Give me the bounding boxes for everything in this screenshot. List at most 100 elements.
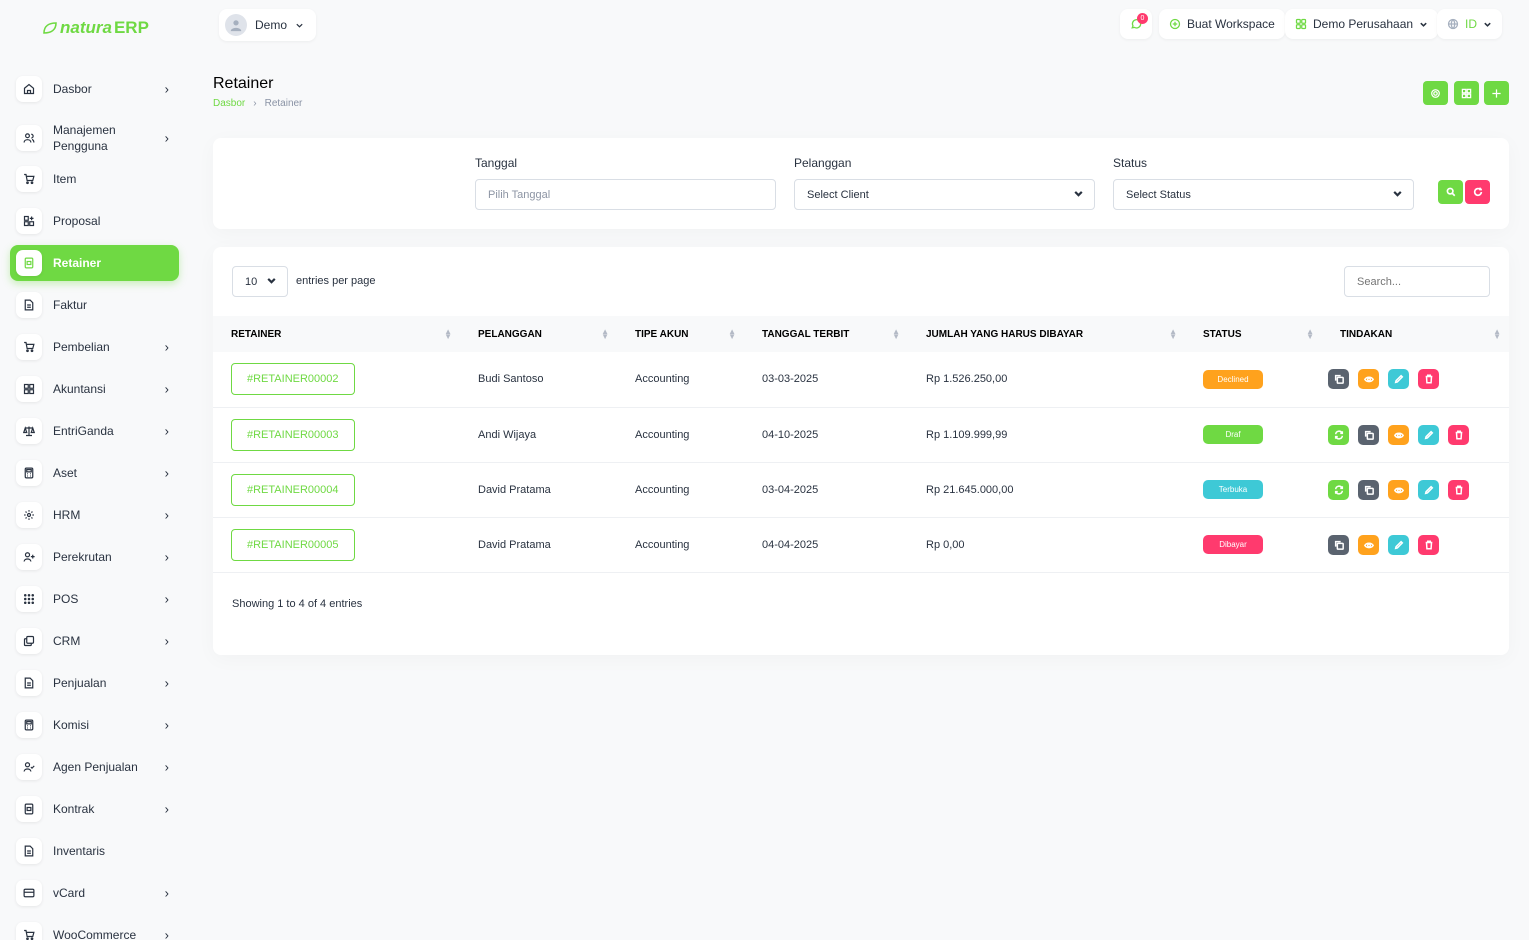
eye-icon <box>1393 486 1404 493</box>
table-search-input[interactable] <box>1344 266 1490 297</box>
sidebar-item-label: WooCommerce <box>53 928 137 940</box>
chevron-down-icon <box>1484 22 1491 27</box>
sidebar-item-item[interactable]: Item <box>10 161 179 197</box>
language-selector[interactable]: ID <box>1437 9 1502 39</box>
date-filter-input[interactable]: Pilih Tanggal <box>475 179 776 210</box>
amount-due-cell: Rp 1.109.999,99 <box>908 407 1185 463</box>
chevron-right-icon: › <box>164 717 169 733</box>
sidebar-item-entriganda[interactable]: EntriGanda › <box>10 413 179 449</box>
sidebar-item-penjualan[interactable]: Penjualan › <box>10 665 179 701</box>
sidebar-item-akuntansi[interactable]: Akuntansi › <box>10 371 179 407</box>
column-header[interactable]: STATUS ▲ ▼ <box>1185 316 1322 352</box>
notification-button[interactable]: 0 <box>1120 9 1152 39</box>
sidebar-item-label: Retainer <box>53 256 102 270</box>
sidebar-item-perekrutan[interactable]: Perekrutan › <box>10 539 179 575</box>
edit-button[interactable] <box>1388 534 1409 555</box>
convert-button[interactable] <box>1328 479 1349 500</box>
gear-icon <box>1431 88 1440 98</box>
calculator-icon <box>16 460 42 486</box>
column-header[interactable]: RETAINER ▲ ▼ <box>213 316 460 352</box>
client-select[interactable]: Select Client <box>794 179 1095 210</box>
account-type-cell: Accounting <box>617 407 744 463</box>
issue-date-cell: 04-10-2025 <box>744 407 908 463</box>
copy-button[interactable] <box>1358 479 1379 500</box>
client-cell: Andi Wijaya <box>460 407 617 463</box>
company-selector[interactable]: Demo Perusahaan <box>1285 9 1439 39</box>
delete-button[interactable] <box>1448 479 1469 500</box>
sidebar-item-hrm[interactable]: HRM › <box>10 497 179 533</box>
sidebar-item-faktur[interactable]: Faktur <box>10 287 179 323</box>
status-select[interactable]: Select Status <box>1113 179 1414 210</box>
create-workspace-button[interactable]: Buat Workspace <box>1159 9 1285 39</box>
reset-button[interactable] <box>1465 180 1490 204</box>
chevron-right-icon: › <box>164 885 169 901</box>
breadcrumb-home[interactable]: Dasbor <box>213 98 245 109</box>
sidebar-item-vcard[interactable]: vCard › <box>10 875 179 911</box>
table-body: #RETAINER00002 Budi Santoso Accounting 03-0… <box>213 352 1509 573</box>
column-header[interactable]: TIPE AKUN ▲ ▼ <box>617 316 744 352</box>
convert-button[interactable] <box>1328 424 1349 445</box>
user-menu[interactable]: Demo <box>219 9 317 41</box>
sidebar-item-crm[interactable]: CRM › <box>10 623 179 659</box>
sidebar-item-kontrak[interactable]: Kontrak › <box>10 791 179 827</box>
sidebar-item-label: Pembelian <box>53 340 110 354</box>
sidebar-item-pos[interactable]: POS › <box>10 581 179 617</box>
pencil-icon <box>1424 485 1433 494</box>
retainer-id-link[interactable]: #RETAINER00002 <box>231 363 355 396</box>
view-button[interactable] <box>1358 369 1379 390</box>
add-retainer-button[interactable] <box>1484 81 1509 105</box>
edit-button[interactable] <box>1418 424 1439 445</box>
file-icon <box>16 838 42 864</box>
sidebar-item-komisi[interactable]: Komisi › <box>10 707 179 743</box>
column-header[interactable]: TINDAKAN ▲ ▼ <box>1322 316 1509 352</box>
copy-icon <box>1334 375 1344 385</box>
sidebar-item-inventaris[interactable]: Inventaris <box>10 833 179 869</box>
card-icon <box>16 880 42 906</box>
delete-button[interactable] <box>1418 534 1439 555</box>
retainer-id-link[interactable]: #RETAINER00004 <box>231 473 355 506</box>
copy-button[interactable] <box>1358 424 1379 445</box>
view-button[interactable] <box>1388 479 1409 500</box>
view-button[interactable] <box>1388 424 1409 445</box>
trash-icon <box>1455 485 1462 494</box>
sidebar-item-dasbor[interactable]: Dasbor › <box>10 71 179 107</box>
sidebar-item-manajemen-pengguna[interactable]: Manajemen Pengguna › <box>10 116 179 160</box>
retainer-id-link[interactable]: #RETAINER00005 <box>231 528 355 561</box>
file-invoice-icon <box>16 250 42 276</box>
per-page-select[interactable]: 10 <box>232 266 288 297</box>
column-header[interactable]: PELANGGAN ▲ ▼ <box>460 316 617 352</box>
column-header-label: PELANGGAN <box>478 328 542 340</box>
view-button[interactable] <box>1358 534 1379 555</box>
copy-icon <box>1364 430 1374 440</box>
cart-icon <box>16 334 42 360</box>
grid-view-button[interactable] <box>1454 81 1479 105</box>
sidebar-item-agen-penjualan[interactable]: Agen Penjualan › <box>10 749 179 785</box>
edit-button[interactable] <box>1388 369 1409 390</box>
sidebar-item-label: Akuntansi <box>53 382 106 396</box>
search-button[interactable] <box>1438 180 1463 204</box>
app-logo[interactable]: natura ERP <box>42 18 149 38</box>
copy-button[interactable] <box>1328 369 1349 390</box>
column-header[interactable]: TANGGAL TERBIT ▲ ▼ <box>744 316 908 352</box>
delete-button[interactable] <box>1448 424 1469 445</box>
chevron-right-icon: › <box>164 633 169 649</box>
sidebar-item-retainer[interactable]: Retainer <box>10 245 179 281</box>
sidebar-item-label: Item <box>53 172 77 186</box>
copy-button[interactable] <box>1328 534 1349 555</box>
convert-icon <box>1334 429 1343 440</box>
delete-button[interactable] <box>1418 369 1439 390</box>
settings-button[interactable] <box>1423 81 1448 105</box>
file-invoice-icon <box>16 796 42 822</box>
sidebar-item-aset[interactable]: Aset › <box>10 455 179 491</box>
sidebar-item-label: Faktur <box>53 298 88 312</box>
status-badge: Terbuka <box>1203 480 1263 499</box>
hrm-icon <box>16 502 42 528</box>
user-name: Demo <box>255 18 288 32</box>
column-header[interactable]: JUMLAH YANG HARUS DIBAYAR ▲ ▼ <box>908 316 1185 352</box>
retainer-id-link[interactable]: #RETAINER00003 <box>231 418 355 451</box>
pencil-icon <box>1394 540 1403 549</box>
sidebar-item-woocommerce[interactable]: WooCommerce › <box>10 917 179 940</box>
sidebar-item-proposal[interactable]: Proposal <box>10 203 179 239</box>
edit-button[interactable] <box>1418 479 1439 500</box>
sidebar-item-pembelian[interactable]: Pembelian › <box>10 329 179 365</box>
